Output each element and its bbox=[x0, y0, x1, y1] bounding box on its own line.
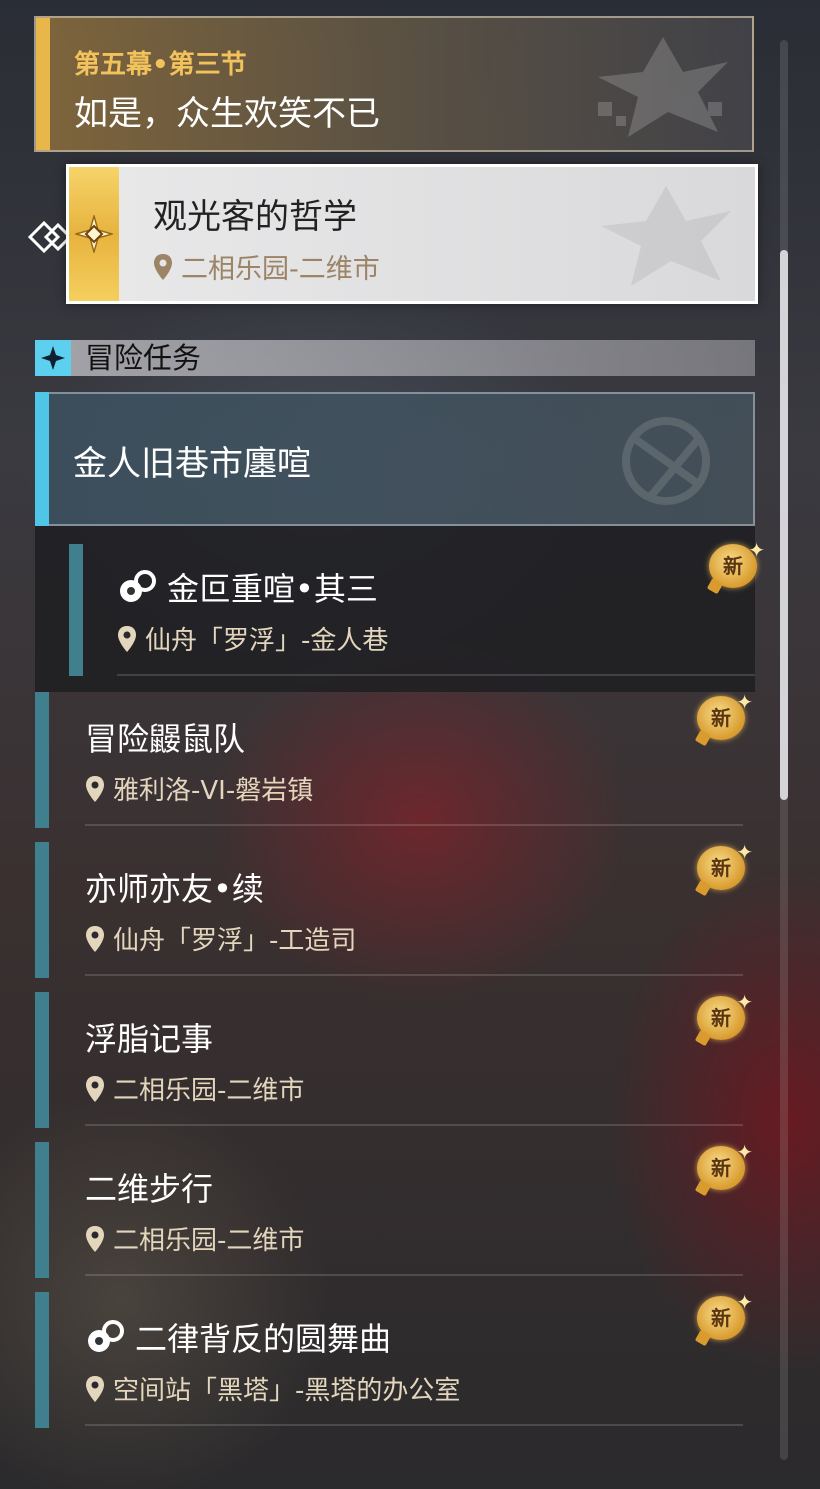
scrollbar-thumb[interactable] bbox=[780, 250, 788, 800]
new-badge: 新 ✦ bbox=[693, 840, 755, 896]
sparkle-icon: ✦ bbox=[748, 538, 765, 562]
divider bbox=[85, 1424, 743, 1426]
quest-item-bar bbox=[35, 1142, 49, 1278]
current-quest-location-text: 二相乐园-二维市 bbox=[181, 254, 380, 285]
group-title: 金人旧巷市廛喧 bbox=[73, 444, 311, 484]
quest-item-title: 二律背反的圆舞曲 bbox=[85, 1314, 391, 1360]
quest-item-title: 冒险鼹鼠队 bbox=[85, 714, 245, 760]
quest-item-title: 亦师亦友•续 bbox=[85, 864, 264, 910]
divider bbox=[85, 1274, 743, 1276]
sub-quest-icon bbox=[120, 570, 156, 602]
current-quest-title: 观光客的哲学 bbox=[153, 197, 357, 237]
quest-item-title: 浮脂记事 bbox=[85, 1014, 213, 1060]
sparkle-icon: ✦ bbox=[736, 840, 753, 864]
quest-item[interactable]: 冒险鼹鼠队 雅利洛-VI-磐岩镇 新 ✦ bbox=[35, 690, 755, 828]
section-label: 冒险任务 bbox=[85, 341, 202, 375]
sparkle-icon: ✦ bbox=[736, 990, 753, 1014]
quest-item-location: 雅利洛-VI-磐岩镇 bbox=[85, 770, 313, 807]
main-quest-chapter: 第五幕•第三节 bbox=[74, 50, 247, 80]
new-badge: 新 ✦ bbox=[693, 1290, 755, 1346]
quest-item-title-text: 二律背反的圆舞曲 bbox=[135, 1320, 392, 1358]
new-badge: 新 ✦ bbox=[693, 1140, 755, 1196]
quest-item-location-text: 二相乐园-二维市 bbox=[113, 1076, 305, 1106]
quest-item-bar bbox=[35, 692, 49, 828]
quest-item-bar bbox=[35, 992, 49, 1128]
new-badge: 新 ✦ bbox=[693, 690, 755, 746]
section-icon-box bbox=[35, 340, 71, 376]
location-pin-icon bbox=[86, 1225, 104, 1252]
sparkle-icon: ✦ bbox=[736, 1290, 753, 1314]
location-pin-icon bbox=[86, 925, 104, 952]
group-accent bbox=[35, 392, 49, 526]
main-quest-emblem-icon bbox=[598, 37, 728, 137]
star-compass-icon bbox=[75, 215, 113, 253]
location-pin-icon bbox=[86, 1375, 104, 1402]
main-quest-title: 如是，众生欢笑不已 bbox=[74, 94, 380, 134]
sparkle-icon: ✦ bbox=[736, 1140, 753, 1164]
quest-group-header[interactable]: 金人旧巷市廛喧 bbox=[35, 392, 755, 526]
quest-item-location: 二相乐园-二维市 bbox=[85, 1220, 304, 1257]
quest-item-title-text: 亦师亦友•续 bbox=[85, 870, 264, 908]
divider bbox=[85, 824, 743, 826]
quest-item-location-text: 仙舟「罗浮」-工造司 bbox=[113, 926, 357, 956]
current-quest-location: 二相乐园-二维市 bbox=[153, 247, 380, 286]
quest-item-location: 仙舟「罗浮」-金人巷 bbox=[117, 620, 388, 657]
current-quest-card[interactable]: 观光客的哲学 二相乐园-二维市 bbox=[66, 164, 758, 304]
new-badge: 新 ✦ bbox=[693, 990, 755, 1046]
sparkle-icon: ✦ bbox=[736, 690, 753, 714]
quest-item[interactable]: 二维步行 二相乐园-二维市 新 ✦ bbox=[35, 1140, 755, 1278]
sparkle-icon bbox=[41, 346, 65, 370]
quest-item-location: 仙舟「罗浮」-工造司 bbox=[85, 920, 356, 957]
quest-item-title-text: 二维步行 bbox=[85, 1170, 214, 1208]
quest-item[interactable]: 浮脂记事 二相乐园-二维市 新 ✦ bbox=[35, 990, 755, 1128]
new-badge: 新 ✦ bbox=[705, 538, 767, 594]
divider bbox=[85, 1124, 743, 1126]
quest-item-location: 空间站「黑塔」-黑塔的办公室 bbox=[85, 1370, 460, 1407]
quest-item-bar bbox=[69, 544, 83, 676]
quest-item-location: 二相乐园-二维市 bbox=[85, 1070, 304, 1107]
quest-item-title: 金叵重喧•其三 bbox=[117, 564, 378, 610]
quest-item-location-text: 二相乐园-二维市 bbox=[113, 1226, 305, 1256]
quest-item-location-text: 空间站「黑塔」-黑塔的办公室 bbox=[113, 1376, 461, 1406]
divider bbox=[85, 974, 743, 976]
location-pin-icon bbox=[86, 775, 104, 802]
current-quest-emblem-icon bbox=[601, 186, 731, 286]
quest-item[interactable]: 亦师亦友•续 仙舟「罗浮」-工造司 新 ✦ bbox=[35, 840, 755, 978]
quest-item-title: 二维步行 bbox=[85, 1164, 213, 1210]
quest-item[interactable]: 金叵重喧•其三 仙舟「罗浮」-金人巷 新 ✦ bbox=[35, 526, 765, 692]
group-emblem-icon bbox=[622, 417, 710, 505]
selected-arrow-icon bbox=[27, 220, 70, 254]
quest-item[interactable]: 二律背反的圆舞曲 空间站「黑塔」-黑塔的办公室 新 ✦ bbox=[35, 1290, 755, 1428]
quest-item-title-text: 金叵重喧•其三 bbox=[167, 570, 378, 608]
quest-item-bar bbox=[35, 1292, 49, 1428]
location-pin-icon bbox=[86, 1075, 104, 1102]
sub-quest-icon bbox=[88, 1320, 124, 1352]
location-pin-icon bbox=[154, 253, 172, 280]
quest-item-location-text: 仙舟「罗浮」-金人巷 bbox=[145, 626, 389, 656]
quest-item-bar bbox=[35, 842, 49, 978]
main-quest-accent bbox=[36, 18, 50, 150]
quest-item-title-text: 冒险鼹鼠队 bbox=[85, 720, 246, 758]
quest-item-location-text: 雅利洛-VI-磐岩镇 bbox=[113, 776, 314, 806]
main-quest-card[interactable]: 第五幕•第三节 如是，众生欢笑不已 bbox=[34, 16, 754, 152]
section-header-adventure: 冒险任务 bbox=[35, 340, 755, 376]
location-pin-icon bbox=[118, 625, 136, 652]
divider bbox=[117, 674, 755, 676]
current-quest-tag bbox=[69, 167, 119, 301]
quest-item-title-text: 浮脂记事 bbox=[85, 1020, 214, 1058]
